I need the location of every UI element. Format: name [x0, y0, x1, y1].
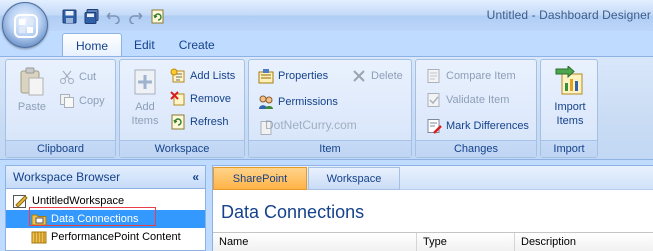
refresh-icon — [171, 114, 185, 130]
cut-button[interactable]: Cut — [59, 67, 96, 87]
remove-button[interactable]: Remove — [170, 89, 231, 109]
import-group: Import Items Import — [540, 59, 598, 158]
redo-icon[interactable] — [126, 7, 144, 25]
page-title: Data Connections — [221, 202, 365, 222]
tab-home[interactable]: Home — [62, 33, 122, 57]
changes-group: Compare Item Validate Item Mark Differen… — [415, 59, 537, 158]
permissions-button[interactable]: Permissions — [258, 92, 338, 112]
cut-label: Cut — [79, 71, 97, 83]
import-group-label: Import — [541, 140, 597, 157]
item-group: Properties Delete Permissions Item — [248, 59, 412, 158]
add-lists-button[interactable]: Add Lists — [170, 66, 235, 86]
mark-differences-label: Mark Differences — [446, 120, 529, 132]
refresh-icon[interactable] — [148, 7, 166, 25]
tab-workspace[interactable]: Workspace — [308, 167, 400, 190]
item-group-label: Item — [249, 140, 411, 157]
changes-group-label: Changes — [416, 140, 536, 157]
import-items-button[interactable]: Import Items — [547, 66, 593, 128]
paste-label: Paste — [17, 101, 47, 113]
compare-item-button[interactable]: Compare Item — [426, 66, 516, 86]
title-bar: Untitled - Dashboard Designer — [0, 0, 653, 31]
delete-button[interactable]: Delete — [351, 66, 403, 86]
permissions-icon — [259, 95, 273, 109]
grid-header: Name Type Description — [213, 232, 653, 251]
add-items-label-line2: Items — [131, 115, 159, 127]
tab-edit[interactable]: Edit — [122, 33, 167, 57]
permissions-label: Permissions — [278, 96, 338, 108]
mark-differences-button[interactable]: Mark Differences — [426, 116, 529, 136]
refresh-label: Refresh — [190, 116, 229, 128]
properties-label: Properties — [278, 70, 329, 82]
tree-item-workspace[interactable]: UntitledWorkspace — [12, 192, 202, 210]
tab-create[interactable]: Create — [167, 33, 227, 57]
mark-differences-icon — [427, 119, 442, 134]
properties-button[interactable]: Properties — [258, 66, 328, 86]
refresh-button[interactable]: Refresh — [170, 112, 229, 132]
validate-item-label: Validate Item — [446, 94, 510, 106]
workspace-browser-title: Workspace Browser — [13, 170, 121, 184]
column-header-description[interactable]: Description — [515, 233, 653, 251]
quick-access-toolbar — [60, 7, 166, 25]
clipboard-group: Paste Cut Copy Clipboard — [5, 59, 116, 158]
delete-label: Delete — [371, 70, 403, 82]
ribbon: Paste Cut Copy Clipboard Add Items Add Li… — [0, 56, 653, 160]
paste-icon — [20, 67, 44, 96]
document-tab-strip: SharePoint Workspace — [213, 166, 653, 190]
column-header-type[interactable]: Type — [417, 233, 515, 251]
paste-button[interactable]: Paste — [12, 66, 52, 114]
remove-icon — [170, 91, 185, 106]
office-button[interactable] — [2, 2, 48, 48]
save-icon[interactable] — [60, 7, 78, 25]
tree-item-performancepoint-content-label: PerformancePoint Content — [51, 231, 181, 243]
compare-icon — [427, 69, 440, 83]
add-items-label-line1: Add — [135, 101, 155, 113]
workspace-browser-header: Workspace Browser « — [6, 166, 205, 189]
data-connections-icon — [31, 214, 47, 226]
tab-sharepoint[interactable]: SharePoint — [213, 167, 307, 190]
window-title: Untitled - Dashboard Designer — [486, 8, 651, 22]
import-items-label: Import Items — [554, 100, 585, 128]
workspace-browser-panel: Workspace Browser « UntitledWorkspace Da… — [5, 165, 206, 251]
office-logo-icon — [14, 14, 38, 38]
column-header-name[interactable]: Name — [213, 233, 417, 251]
ribbon-tab-strip: Home Edit Create — [62, 33, 227, 57]
tree-item-data-connections[interactable]: Data Connections — [6, 210, 205, 228]
add-lists-label: Add Lists — [190, 70, 236, 82]
import-items-label-line1: Import — [554, 101, 586, 113]
add-items-button[interactable]: Add Items — [124, 66, 166, 128]
workspace-group: Add Items Add Lists Remove Refresh Worksp… — [119, 59, 245, 158]
clipboard-group-label: Clipboard — [6, 140, 115, 157]
copy-button[interactable]: Copy — [59, 91, 105, 111]
add-items-label: Add Items — [132, 100, 159, 128]
properties-icon — [258, 69, 274, 84]
tree-item-workspace-label: UntitledWorkspace — [32, 195, 125, 207]
main-content: SharePoint Workspace Data Connections Na… — [212, 165, 653, 251]
validate-icon — [427, 93, 440, 107]
compare-item-label: Compare Item — [446, 70, 516, 82]
tree-item-performancepoint-content[interactable]: PerformancePoint Content — [31, 228, 205, 246]
validate-item-button[interactable]: Validate Item — [426, 90, 509, 110]
import-items-label-line2: Items — [556, 115, 584, 127]
watermark: DotNetCurry.com — [265, 118, 357, 132]
copy-label: Copy — [79, 95, 105, 107]
workspace-group-label: Workspace — [120, 140, 244, 157]
copy-icon — [60, 94, 74, 108]
workspace-icon — [13, 195, 28, 208]
scissors-icon — [60, 70, 74, 84]
collapse-panel-button[interactable]: « — [192, 166, 199, 188]
remove-label: Remove — [190, 93, 231, 105]
save-all-icon[interactable] — [82, 7, 100, 25]
content-icon — [31, 231, 47, 244]
import-items-icon — [555, 66, 583, 95]
tree-item-data-connections-label: Data Connections — [51, 213, 139, 225]
add-lists-icon — [170, 68, 185, 83]
delete-icon — [353, 70, 365, 82]
add-items-icon — [134, 69, 156, 95]
undo-icon[interactable] — [104, 7, 122, 25]
